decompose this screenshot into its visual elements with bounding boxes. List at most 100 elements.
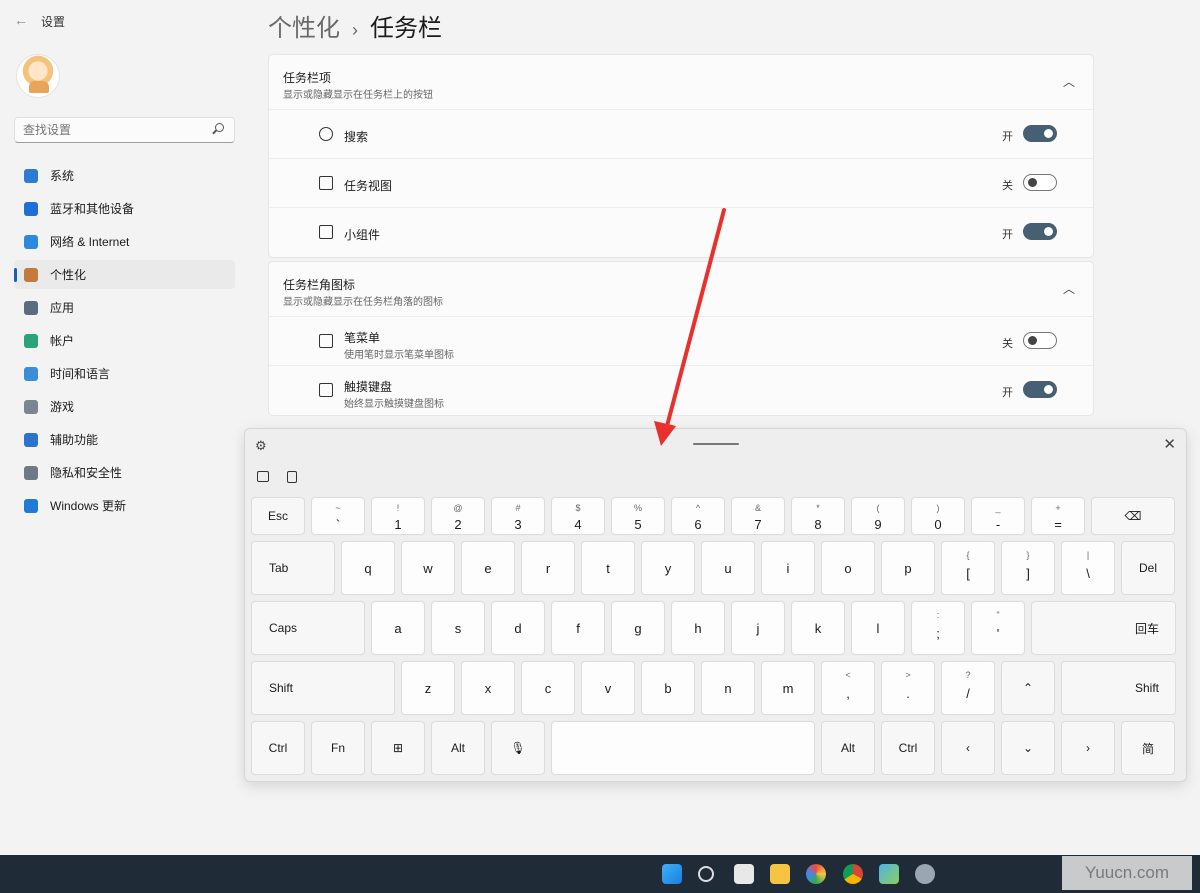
ctrl-key[interactable]: Ctrl bbox=[881, 721, 935, 775]
search-icon[interactable] bbox=[215, 123, 224, 132]
ctrl-key[interactable]: Ctrl bbox=[251, 721, 305, 775]
corner-icons-header[interactable]: 任务栏角图标 显示或隐藏显示在任务栏角落的图标 ︿ bbox=[269, 262, 1093, 317]
clipboard-icon[interactable] bbox=[287, 471, 297, 483]
photos-icon[interactable] bbox=[806, 864, 826, 884]
key[interactable]: | \ bbox=[1061, 541, 1115, 595]
key[interactable]: * 8 bbox=[791, 497, 845, 535]
toggle-switch[interactable] bbox=[1023, 125, 1057, 142]
left-shift-key[interactable]: Shift bbox=[251, 661, 395, 715]
keyboard-settings-icon[interactable]: ⚙ bbox=[255, 438, 267, 454]
sidebar-item[interactable]: 网络 & Internet bbox=[14, 227, 235, 256]
sidebar-item[interactable]: 时间和语言 bbox=[14, 359, 235, 388]
key[interactable]: k bbox=[791, 601, 845, 655]
key[interactable]: & 7 bbox=[731, 497, 785, 535]
key[interactable]: t bbox=[581, 541, 635, 595]
key[interactable]: _ - bbox=[971, 497, 1025, 535]
key[interactable]: h bbox=[671, 601, 725, 655]
key[interactable]: x bbox=[461, 661, 515, 715]
sidebar-item[interactable]: 游戏 bbox=[14, 392, 235, 421]
fn-key[interactable]: Fn bbox=[311, 721, 365, 775]
sidebar-item[interactable]: 辅助功能 bbox=[14, 425, 235, 454]
alt-key[interactable]: Alt bbox=[431, 721, 485, 775]
paint-icon[interactable] bbox=[879, 864, 899, 884]
search-input[interactable] bbox=[15, 118, 195, 142]
sidebar-item[interactable]: 系统 bbox=[14, 161, 235, 190]
key[interactable]: ^ 6 bbox=[671, 497, 725, 535]
emoji-panel-icon[interactable] bbox=[257, 471, 269, 482]
arrow-right-key[interactable]: › bbox=[1061, 721, 1115, 775]
key[interactable]: i bbox=[761, 541, 815, 595]
toggle-switch[interactable] bbox=[1023, 332, 1057, 349]
key[interactable]: v bbox=[581, 661, 635, 715]
key[interactable]: <, bbox=[821, 661, 875, 715]
caps-key[interactable]: Caps bbox=[251, 601, 365, 655]
space-key[interactable] bbox=[551, 721, 815, 775]
key[interactable]: d bbox=[491, 601, 545, 655]
key[interactable]: s bbox=[431, 601, 485, 655]
microphone-key[interactable]: 🎙 bbox=[491, 721, 545, 775]
esc-key[interactable]: Esc bbox=[251, 497, 305, 535]
key[interactable]: j bbox=[731, 601, 785, 655]
arrow-up-key[interactable]: ⌃ bbox=[1001, 661, 1055, 715]
key[interactable]: w bbox=[401, 541, 455, 595]
toggle-switch[interactable] bbox=[1023, 174, 1057, 191]
taskbar-items-header[interactable]: 任务栏项 显示或隐藏显示在任务栏上的按钮 ︿ bbox=[269, 55, 1093, 110]
alt-key[interactable]: Alt bbox=[821, 721, 875, 775]
key[interactable]: f bbox=[551, 601, 605, 655]
key[interactable]: c bbox=[521, 661, 575, 715]
task-view-icon[interactable] bbox=[734, 864, 754, 884]
key[interactable]: n bbox=[701, 661, 755, 715]
windows-key[interactable]: ⊞ bbox=[371, 721, 425, 775]
key[interactable]: r bbox=[521, 541, 575, 595]
key[interactable]: e bbox=[461, 541, 515, 595]
key[interactable]: m bbox=[761, 661, 815, 715]
sidebar-item[interactable]: 蓝牙和其他设备 bbox=[14, 194, 235, 223]
sidebar-item[interactable]: 帐户 bbox=[14, 326, 235, 355]
arrow-left-key[interactable]: ‹ bbox=[941, 721, 995, 775]
key[interactable]: " ' bbox=[971, 601, 1025, 655]
chevron-up-icon[interactable]: ︿ bbox=[1063, 280, 1075, 297]
key[interactable]: #3 bbox=[491, 497, 545, 535]
toggle-switch[interactable] bbox=[1023, 381, 1057, 398]
key[interactable]: :; bbox=[911, 601, 965, 655]
key[interactable]: y bbox=[641, 541, 695, 595]
sidebar-item[interactable]: 个性化 bbox=[14, 260, 235, 289]
drag-handle[interactable] bbox=[693, 443, 739, 445]
key[interactable]: a bbox=[371, 601, 425, 655]
file-explorer-icon[interactable] bbox=[770, 864, 790, 884]
sidebar-item[interactable]: 隐私和安全性 bbox=[14, 458, 235, 487]
key[interactable]: z bbox=[401, 661, 455, 715]
key[interactable]: o bbox=[821, 541, 875, 595]
sidebar-item[interactable]: Windows 更新 bbox=[14, 491, 235, 520]
key[interactable]: p bbox=[881, 541, 935, 595]
breadcrumb-parent[interactable]: 个性化 bbox=[268, 15, 340, 42]
key[interactable]: $4 bbox=[551, 497, 605, 535]
settings-search[interactable] bbox=[14, 117, 235, 143]
key[interactable]: }] bbox=[1001, 541, 1055, 595]
user-avatar[interactable] bbox=[16, 54, 60, 98]
settings-gear-icon[interactable] bbox=[915, 864, 935, 884]
ime-key[interactable]: 简 bbox=[1121, 721, 1175, 775]
backspace-key[interactable]: ⌫ bbox=[1091, 497, 1175, 535]
chrome-icon[interactable] bbox=[843, 864, 863, 884]
delete-key[interactable]: Del bbox=[1121, 541, 1175, 595]
arrow-down-key[interactable]: ⌄ bbox=[1001, 721, 1055, 775]
tab-key[interactable]: Tab bbox=[251, 541, 335, 595]
toggle-switch[interactable] bbox=[1023, 223, 1057, 240]
start-icon[interactable] bbox=[662, 864, 682, 884]
key[interactable]: >. bbox=[881, 661, 935, 715]
key[interactable]: g bbox=[611, 601, 665, 655]
key[interactable]: {[ bbox=[941, 541, 995, 595]
key[interactable]: b bbox=[641, 661, 695, 715]
key[interactable]: + = bbox=[1031, 497, 1085, 535]
search-icon[interactable] bbox=[698, 866, 714, 882]
key[interactable]: l bbox=[851, 601, 905, 655]
sidebar-item[interactable]: 应用 bbox=[14, 293, 235, 322]
back-arrow-icon[interactable]: ← bbox=[14, 12, 28, 28]
key[interactable]: @2 bbox=[431, 497, 485, 535]
close-icon[interactable]: ✕ bbox=[1163, 435, 1176, 453]
right-shift-key[interactable]: Shift bbox=[1061, 661, 1176, 715]
key[interactable]: ? / bbox=[941, 661, 995, 715]
key[interactable]: ~ ` bbox=[311, 497, 365, 535]
enter-key[interactable]: 回车 bbox=[1031, 601, 1176, 655]
